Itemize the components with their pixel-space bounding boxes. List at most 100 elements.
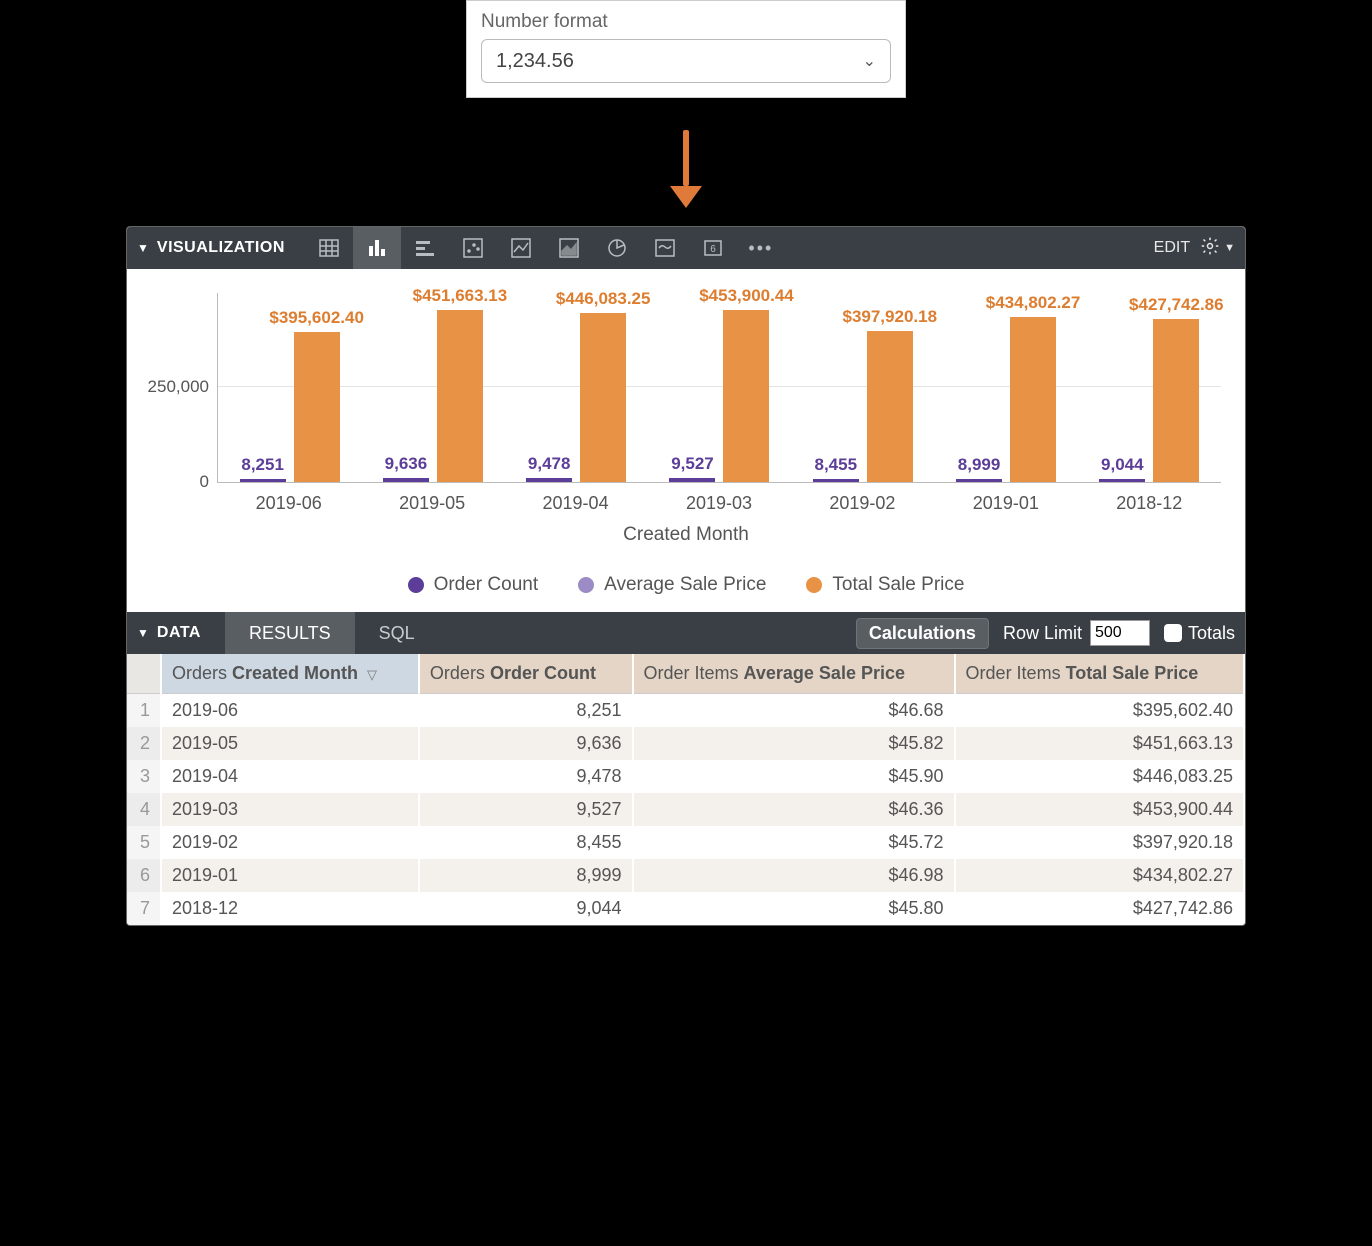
- cell-count[interactable]: 9,478: [419, 760, 633, 793]
- tab-results[interactable]: RESULTS: [225, 612, 355, 654]
- legend-item[interactable]: Total Sale Price: [806, 574, 964, 596]
- bar-order-count[interactable]: 9,044: [1099, 479, 1145, 482]
- chevron-down-icon: ▼: [1224, 242, 1235, 254]
- viz-table-icon[interactable]: [305, 227, 353, 269]
- viz-area-icon[interactable]: [545, 227, 593, 269]
- cell-total[interactable]: $427,742.86: [955, 892, 1244, 925]
- cell-count[interactable]: 8,251: [419, 694, 633, 728]
- viz-column-icon[interactable]: [353, 227, 401, 269]
- cell-avg[interactable]: $46.68: [633, 694, 955, 728]
- table-row: 22019-059,636$45.82$451,663.13: [127, 727, 1244, 760]
- table-row: 42019-039,527$46.36$453,900.44: [127, 793, 1244, 826]
- bar-total-sale-price[interactable]: $451,663.13: [437, 310, 483, 482]
- bar-label: $453,900.44: [699, 286, 794, 310]
- column-header-created-month[interactable]: Orders Created Month ▽: [161, 654, 419, 694]
- column-header-order-count[interactable]: Orders Order Count: [419, 654, 633, 694]
- bar-order-count[interactable]: 8,999: [956, 479, 1002, 482]
- bar-order-count[interactable]: 8,455: [813, 479, 859, 482]
- cell-month[interactable]: 2019-01: [161, 859, 419, 892]
- bar-label: 9,044: [1101, 455, 1144, 479]
- row-number: 4: [127, 793, 161, 826]
- cell-avg[interactable]: $46.98: [633, 859, 955, 892]
- legend-item[interactable]: Average Sale Price: [578, 574, 766, 596]
- cell-avg[interactable]: $45.80: [633, 892, 955, 925]
- cell-total[interactable]: $453,900.44: [955, 793, 1244, 826]
- row-number: 3: [127, 760, 161, 793]
- bar-order-count[interactable]: 9,478: [526, 478, 572, 482]
- bar-order-count[interactable]: 9,636: [383, 478, 429, 482]
- cell-count[interactable]: 9,527: [419, 793, 633, 826]
- cell-month[interactable]: 2019-05: [161, 727, 419, 760]
- cell-count[interactable]: 8,999: [419, 859, 633, 892]
- bar-label: $395,602.40: [269, 308, 364, 332]
- sort-desc-icon: ▽: [367, 667, 377, 682]
- cell-count[interactable]: 9,636: [419, 727, 633, 760]
- row-limit-input[interactable]: [1090, 620, 1150, 646]
- bar-order-count[interactable]: 9,527: [669, 478, 715, 482]
- cell-month[interactable]: 2019-06: [161, 694, 419, 728]
- viz-scatter-icon[interactable]: [449, 227, 497, 269]
- chart-group: 8,455 $397,920.18: [791, 331, 934, 482]
- cell-count[interactable]: 8,455: [419, 826, 633, 859]
- bar-total-sale-price[interactable]: $446,083.25: [580, 313, 626, 483]
- cell-month[interactable]: 2019-04: [161, 760, 419, 793]
- x-tick-label: 2019-04: [504, 483, 647, 514]
- bar-total-sale-price[interactable]: $434,802.27: [1010, 317, 1056, 482]
- visualization-title: VISUALIZATION: [157, 239, 285, 257]
- cell-avg[interactable]: $45.72: [633, 826, 955, 859]
- tab-sql[interactable]: SQL: [355, 612, 439, 654]
- cell-month[interactable]: 2018-12: [161, 892, 419, 925]
- collapse-icon[interactable]: ▼: [137, 241, 149, 255]
- cell-month[interactable]: 2019-03: [161, 793, 419, 826]
- viz-bar-icon[interactable]: [401, 227, 449, 269]
- cell-avg[interactable]: $46.36: [633, 793, 955, 826]
- cell-count[interactable]: 9,044: [419, 892, 633, 925]
- bar-total-sale-price[interactable]: $427,742.86: [1153, 319, 1199, 482]
- row-number: 5: [127, 826, 161, 859]
- table-row: 32019-049,478$45.90$446,083.25: [127, 760, 1244, 793]
- x-tick-label: 2019-06: [217, 483, 360, 514]
- settings-button[interactable]: ▼: [1200, 236, 1235, 261]
- cell-avg[interactable]: $45.90: [633, 760, 955, 793]
- viz-map-icon[interactable]: [641, 227, 689, 269]
- bar-label: $397,920.18: [842, 307, 937, 331]
- cell-total[interactable]: $395,602.40: [955, 694, 1244, 728]
- table-row: 12019-068,251$46.68$395,602.40: [127, 694, 1244, 728]
- bar-label: 8,999: [958, 455, 1001, 479]
- edit-button[interactable]: EDIT: [1154, 239, 1190, 257]
- table-row: 72018-129,044$45.80$427,742.86: [127, 892, 1244, 925]
- legend-label: Total Sale Price: [832, 574, 964, 596]
- number-format-select[interactable]: 1,234.56 ⌄: [481, 39, 891, 83]
- legend-item[interactable]: Order Count: [408, 574, 539, 596]
- chevron-down-icon: ⌄: [863, 51, 876, 71]
- bar-total-sale-price[interactable]: $395,602.40: [294, 332, 340, 482]
- column-header-avg-sale-price[interactable]: Order Items Average Sale Price: [633, 654, 955, 694]
- x-axis: 2019-062019-052019-042019-032019-022019-…: [217, 483, 1221, 514]
- x-tick-label: 2018-12: [1078, 483, 1221, 514]
- bar-total-sale-price[interactable]: $453,900.44: [723, 310, 769, 482]
- viz-pie-icon[interactable]: [593, 227, 641, 269]
- totals-checkbox[interactable]: [1164, 624, 1182, 642]
- cell-avg[interactable]: $45.82: [633, 727, 955, 760]
- bar-order-count[interactable]: 8,251: [240, 479, 286, 482]
- viz-line-icon[interactable]: [497, 227, 545, 269]
- cell-total[interactable]: $446,083.25: [955, 760, 1244, 793]
- cell-total[interactable]: $451,663.13: [955, 727, 1244, 760]
- viz-more-icon[interactable]: •••: [737, 227, 785, 269]
- y-tick: 0: [200, 472, 209, 492]
- chart-group: 9,636 $451,663.13: [361, 310, 504, 482]
- cell-month[interactable]: 2019-02: [161, 826, 419, 859]
- explore-panel: ▼ VISUALIZATION: [126, 226, 1246, 926]
- column-header-total-sale-price[interactable]: Order Items Total Sale Price: [955, 654, 1244, 694]
- row-number: 6: [127, 859, 161, 892]
- x-axis-title: Created Month: [151, 524, 1221, 546]
- legend-label: Order Count: [434, 574, 539, 596]
- cell-total[interactable]: $434,802.27: [955, 859, 1244, 892]
- chart-group: 8,999 $434,802.27: [934, 317, 1077, 482]
- bar-total-sale-price[interactable]: $397,920.18: [867, 331, 913, 482]
- calculations-button[interactable]: Calculations: [856, 618, 989, 649]
- viz-single-value-icon[interactable]: 6: [689, 227, 737, 269]
- bar-label: $427,742.86: [1129, 295, 1224, 319]
- collapse-icon[interactable]: ▼: [137, 626, 149, 640]
- cell-total[interactable]: $397,920.18: [955, 826, 1244, 859]
